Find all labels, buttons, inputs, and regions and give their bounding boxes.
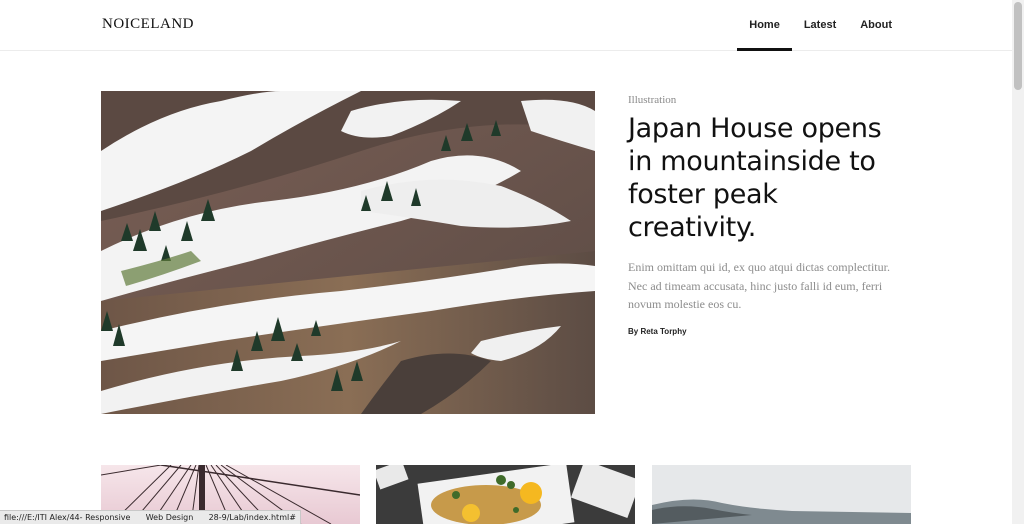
article-category[interactable]: Illustration <box>628 94 908 106</box>
site-header: NOICELAND Home Latest About <box>0 0 1012 51</box>
scrollbar-thumb[interactable] <box>1014 2 1022 90</box>
browser-status-bar: file:///E:/ITI Alex/44- Responsive Web D… <box>0 510 301 524</box>
article-title[interactable]: Japan House opens in mountainside to fos… <box>628 112 908 244</box>
article-byline: By Reta Torphy <box>628 326 687 336</box>
featured-article: Illustration Japan House opens in mounta… <box>628 94 908 336</box>
featured-image[interactable] <box>101 91 595 414</box>
main-nav: Home Latest About <box>737 0 904 51</box>
site-logo[interactable]: NOICELAND <box>102 16 194 33</box>
nav-item-about[interactable]: About <box>848 0 904 51</box>
post-card-food[interactable] <box>376 465 635 524</box>
article-excerpt: Enim omittam qui id, ex quo atqui dictas… <box>628 260 890 311</box>
nav-item-home[interactable]: Home <box>737 0 792 51</box>
nav-item-latest[interactable]: Latest <box>792 0 848 51</box>
page-scrollbar[interactable] <box>1012 0 1024 524</box>
post-card-landscape[interactable] <box>652 465 911 524</box>
